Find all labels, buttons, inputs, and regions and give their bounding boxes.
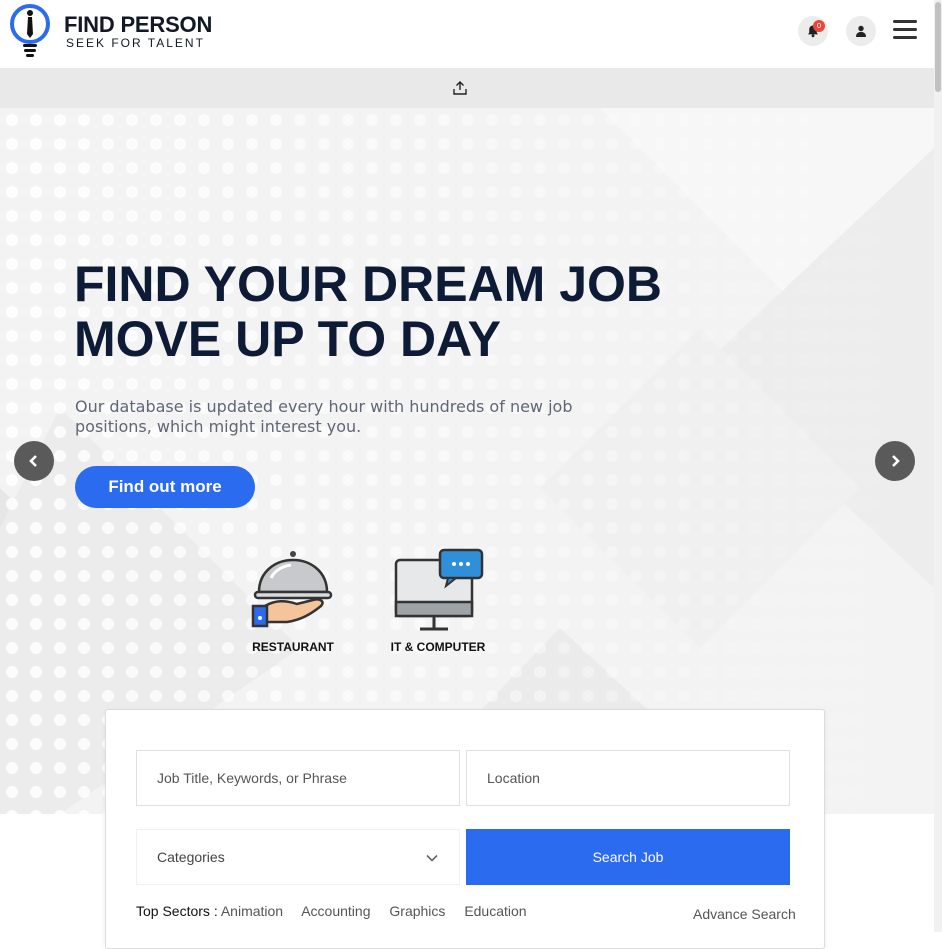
hero-title-line-2: MOVE UP TO DAY — [74, 311, 501, 367]
chevron-right-icon — [892, 455, 900, 467]
page-scrollbar[interactable] — [934, 0, 942, 932]
find-out-more-button[interactable]: Find out more — [75, 466, 255, 508]
location-input[interactable]: Location — [466, 750, 790, 806]
hero-title: FIND YOUR DREAM JOB MOVE UP TO DAY — [74, 257, 662, 367]
lightbulb-tie-icon[interactable] — [8, 4, 52, 58]
category-label: IT & COMPUTER — [390, 640, 486, 654]
hero-description: Our database is updated every hour with … — [75, 397, 573, 436]
sector-link-animation[interactable]: Animation — [221, 903, 283, 919]
food-cloche-icon — [251, 551, 333, 628]
user-icon — [856, 25, 866, 37]
slider-prev-button[interactable] — [14, 441, 54, 481]
category-label: RESTAURANT — [252, 640, 334, 654]
logo-subtitle: SEEK FOR TALENT — [66, 36, 205, 50]
sector-link-accounting[interactable]: Accounting — [301, 903, 370, 919]
top-sectors-label: Top Sectors : — [136, 903, 221, 919]
computer-chat-icon — [394, 548, 484, 631]
upload-bar — [0, 68, 934, 108]
scrollbar-thumb[interactable] — [935, 2, 941, 92]
notification-badge: 0 — [813, 20, 825, 32]
slider-next-button[interactable] — [875, 441, 915, 481]
chevron-left-icon — [29, 455, 37, 467]
categories-select-label: Categories — [157, 849, 225, 865]
site-header: FIND PERSON SEEK FOR TALENT 0 — [0, 0, 934, 68]
search-job-button[interactable]: Search Job — [466, 829, 790, 885]
job-title-input[interactable]: Job Title, Keywords, or Phrase — [136, 750, 460, 806]
sector-link-education[interactable]: Education — [464, 903, 526, 919]
sector-link-graphics[interactable]: Graphics — [389, 903, 445, 919]
logo-title[interactable]: FIND PERSON — [64, 12, 212, 38]
chevron-down-icon — [426, 854, 438, 862]
categories-select[interactable]: Categories — [136, 829, 460, 885]
top-sectors: Top Sectors : Animation Accounting Graph… — [136, 903, 542, 919]
job-search-panel: Job Title, Keywords, or Phrase Location … — [105, 709, 825, 949]
category-it-computer[interactable]: IT & COMPUTER — [386, 548, 490, 654]
hamburger-menu-icon[interactable] — [893, 20, 917, 42]
user-account-button[interactable] — [846, 16, 876, 46]
upload-icon[interactable] — [452, 80, 468, 96]
advance-search-link[interactable]: Advance Search — [693, 906, 796, 922]
notifications-button[interactable]: 0 — [798, 16, 828, 46]
category-restaurant[interactable]: RESTAURANT — [250, 548, 336, 654]
hero-title-line-1: FIND YOUR DREAM JOB — [74, 256, 663, 312]
